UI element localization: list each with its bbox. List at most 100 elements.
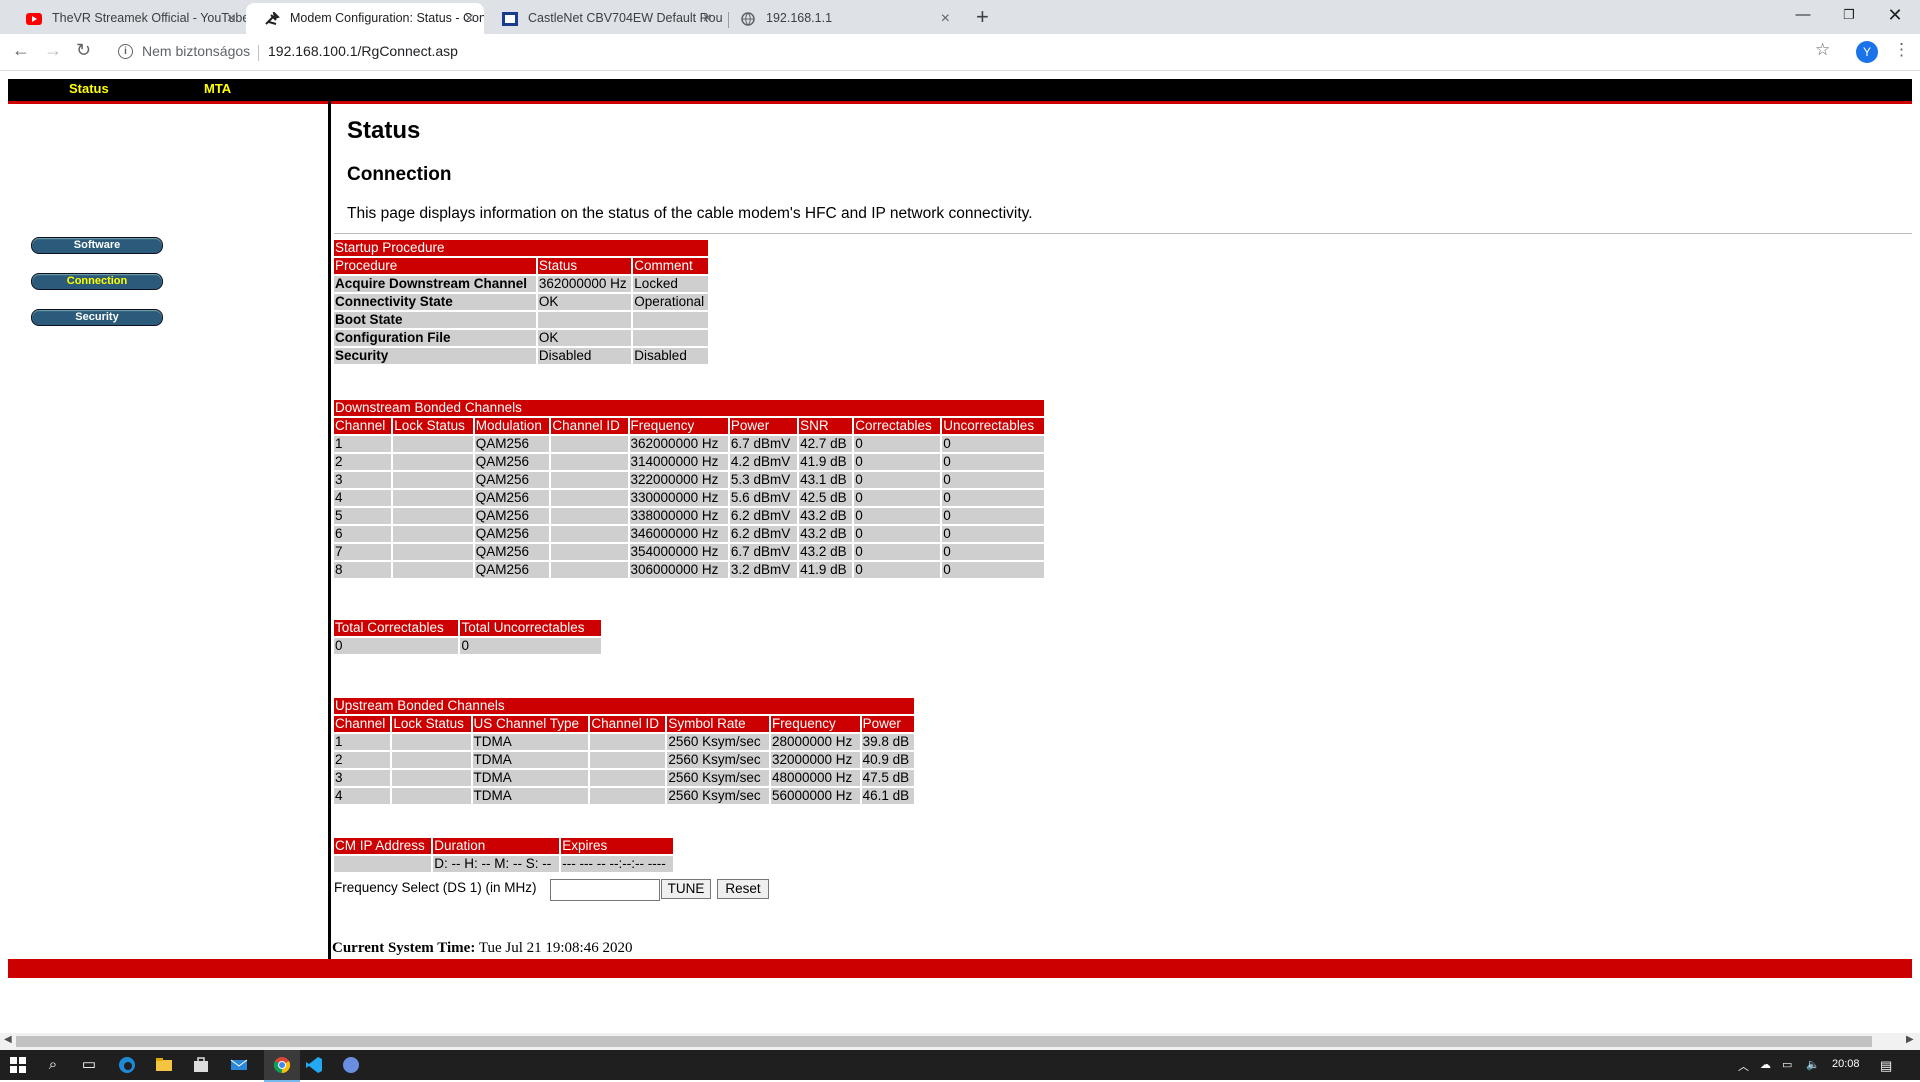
sidebar-item-security[interactable]: Security — [31, 309, 163, 326]
nav-mta-link[interactable]: MTA — [204, 81, 231, 96]
close-tab-icon[interactable]: × — [465, 3, 474, 34]
table-cell: TDMA — [472, 770, 589, 786]
search-icon[interactable]: ⌕ — [43, 1055, 63, 1075]
table-caption: Downstream Bonded Channels — [334, 400, 1044, 416]
table-row: Acquire Downstream Channel 362000000 Hz Lo… — [334, 276, 708, 292]
table-cell — [551, 490, 628, 506]
notifications-icon[interactable]: ▤ — [1880, 1058, 1892, 1074]
url-text[interactable]: 192.168.100.1/RgConnect.asp — [268, 43, 458, 59]
tray-chevron-icon[interactable]: ︿ — [1738, 1058, 1749, 1074]
store-icon[interactable] — [191, 1055, 211, 1075]
kebab-menu-icon[interactable]: ⋮ — [1893, 40, 1910, 60]
system-time-value: Tue Jul 21 19:08:46 2020 — [478, 940, 633, 956]
new-tab-button[interactable]: + — [976, 0, 989, 34]
table-cell: 0 — [942, 490, 1044, 506]
table-cell: 56000000 Hz — [770, 788, 860, 804]
close-window-icon[interactable]: ✕ — [1872, 0, 1918, 30]
column-header: US Channel Type — [472, 716, 589, 732]
table-cell: 4 — [334, 788, 391, 804]
volume-icon[interactable]: 🔈 — [1806, 1058, 1820, 1071]
table-cell: 3 — [334, 472, 392, 488]
task-view-icon[interactable]: ▭ — [79, 1055, 99, 1075]
table-cell: Connectivity State — [334, 294, 536, 310]
table-cell: Configuration File — [334, 330, 536, 346]
system-time: Current System Time: Tue Jul 21 19:08:46… — [332, 940, 632, 957]
security-label[interactable]: Nem biztonságos — [142, 43, 250, 59]
address-bar[interactable]: i Nem biztonságos 192.168.100.1/RgConnec… — [108, 37, 1788, 67]
table-row: 7 QAM256 354000000 Hz 6.7 dBmV 43.2 dB 0 0 — [334, 544, 1044, 560]
column-header: Duration — [433, 838, 560, 854]
clock-time[interactable]: 20:08 — [1832, 1058, 1860, 1070]
tab-youtube[interactable]: TheVR Streamek Official - YouTube × — [8, 3, 246, 34]
table-row: Connectivity State OK Operational — [334, 294, 708, 310]
onedrive-icon[interactable]: ☁ — [1760, 1058, 1771, 1071]
close-tab-icon[interactable]: × — [227, 3, 236, 34]
forward-icon[interactable]: → — [44, 40, 62, 61]
table-cell: 43.2 dB — [799, 526, 853, 542]
tab-192-168-1-1[interactable]: 192.168.1.1 × — [722, 3, 960, 34]
bookmark-star-icon[interactable]: ☆ — [1815, 40, 1830, 60]
vscode-icon[interactable] — [304, 1055, 324, 1075]
browser-tab-strip: TheVR Streamek Official - YouTube × Mode… — [0, 0, 1920, 34]
table-cell: 2560 Ksym/sec — [667, 788, 769, 804]
sidebar-item-connection[interactable]: Connection — [31, 273, 163, 290]
sidebar-item-software[interactable]: Software — [31, 237, 163, 254]
page-description: This page displays information on the st… — [347, 205, 1033, 222]
youtube-icon — [26, 13, 42, 25]
router-site-icon — [502, 12, 518, 26]
table-cell: 4 — [334, 490, 392, 506]
table-row: 2 QAM256 314000000 Hz 4.2 dBmV 41.9 dB 0 0 — [334, 454, 1044, 470]
horizontal-scrollbar[interactable]: ◀ ▶ — [0, 1033, 1920, 1050]
taskbar: ⌕ ▭ ︿ ☁ ▭ 🔈 20:08 ▤ — [0, 1050, 1920, 1082]
table-cell — [590, 734, 666, 750]
file-explorer-icon[interactable] — [154, 1055, 174, 1075]
table-cell: 47.5 dB — [861, 770, 914, 786]
info-icon[interactable]: i — [118, 44, 133, 59]
table-cell: 42.7 dB — [799, 436, 853, 452]
table-cell — [392, 752, 471, 768]
upstream-channels-table: Upstream Bonded Channels Channel Lock Stat… — [332, 696, 916, 806]
table-cell: 0 — [854, 544, 941, 560]
scroll-right-icon[interactable]: ▶ — [1906, 1034, 1914, 1045]
totals-table: Total Correctables Total Uncorrectables 0 0 — [332, 618, 603, 656]
frequency-input[interactable] — [550, 879, 660, 901]
table-row: 2 TDMA 2560 Ksym/sec 32000000 Hz 40.9 dB — [334, 752, 914, 768]
avatar[interactable]: Y — [1856, 41, 1878, 63]
network-icon[interactable]: ▭ — [1782, 1058, 1792, 1071]
reset-button[interactable]: Reset — [717, 879, 769, 899]
tab-modem-status[interactable]: Modem Configuration: Status - Connection… — [246, 3, 484, 34]
table-cell: 5.3 dBmV — [729, 472, 798, 488]
windows-start-icon[interactable] — [8, 1055, 28, 1075]
tune-button[interactable]: TUNE — [661, 879, 711, 899]
chrome-icon[interactable] — [272, 1055, 292, 1075]
tab-castlenet[interactable]: CastleNet CBV704EW Default Router × — [484, 3, 722, 34]
table-cell: 40.9 dB — [861, 752, 914, 768]
table-cell: 338000000 Hz — [629, 508, 728, 524]
table-cell: 42.5 dB — [799, 490, 853, 506]
mail-icon[interactable] — [229, 1055, 249, 1075]
app-icon[interactable] — [341, 1055, 361, 1075]
table-cell: Disabled — [537, 348, 632, 364]
back-icon[interactable]: ← — [12, 40, 30, 61]
restore-icon[interactable]: ❐ — [1826, 0, 1872, 30]
table-cell: 8 — [334, 562, 392, 578]
table-cell: 0 — [854, 436, 941, 452]
table-cell: QAM256 — [474, 472, 550, 488]
section-title: Connection — [347, 164, 452, 185]
scrollbar-thumb[interactable] — [16, 1036, 1872, 1047]
edge-icon[interactable] — [117, 1055, 137, 1075]
column-header: CM IP Address — [334, 838, 432, 854]
scroll-left-icon[interactable]: ◀ — [4, 1034, 12, 1045]
tab-title: TheVR Streamek Official - YouTube — [52, 11, 246, 25]
divider — [334, 233, 1912, 234]
table-cell — [551, 472, 628, 488]
close-tab-icon[interactable]: × — [703, 3, 712, 34]
sidebar-divider — [328, 101, 331, 959]
minimize-icon[interactable]: — — [1780, 0, 1826, 30]
table-cell: 354000000 Hz — [629, 544, 728, 560]
table-cell: 0 — [854, 454, 941, 470]
close-tab-icon[interactable]: × — [941, 3, 950, 34]
table-cell: 5 — [334, 508, 392, 524]
reload-icon[interactable]: ↻ — [76, 40, 91, 61]
nav-status-link[interactable]: Status — [69, 81, 109, 96]
